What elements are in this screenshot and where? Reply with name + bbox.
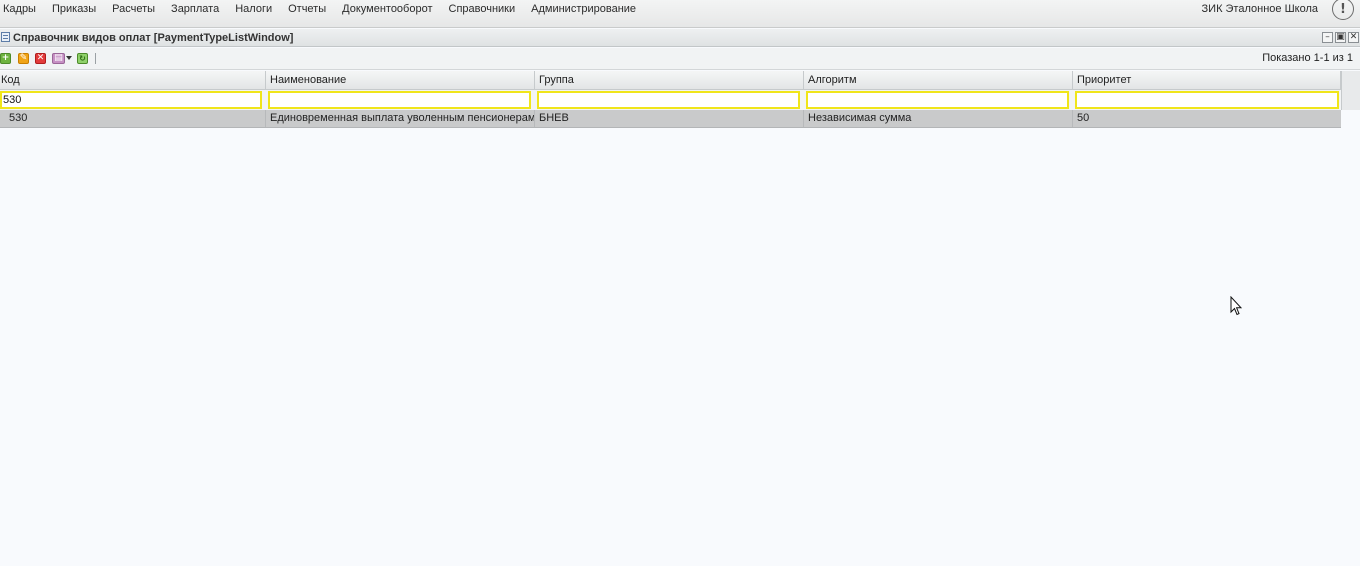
cell-algorithm: Независимая сумма — [804, 110, 1073, 127]
menu-item-raschety[interactable]: Расчеты — [104, 0, 163, 18]
menu-item-spravochniki[interactable]: Справочники — [441, 0, 524, 18]
menu-item-zarplata[interactable]: Зарплата — [163, 0, 227, 18]
column-header-algorithm[interactable]: Алгоритм — [804, 71, 1073, 90]
filter-group-input[interactable] — [537, 91, 800, 109]
window-title: Справочник видов оплат [PaymentTypeListW… — [13, 32, 294, 44]
close-button[interactable]: ✕ — [1348, 32, 1359, 43]
filter-name-input[interactable] — [268, 91, 531, 109]
toolbar: + ✎ ✕ ▤ ↻ Показано 1-1 из 1 — [0, 48, 1360, 70]
edit-icon[interactable]: ✎ — [18, 53, 29, 64]
grid-scrollbar-gutter — [1341, 71, 1360, 110]
window-controls: – ▣ ✕ — [1322, 32, 1359, 43]
print-icon[interactable]: ▤ — [52, 53, 65, 64]
column-header-priority[interactable]: Приоритет — [1073, 71, 1341, 90]
delete-icon[interactable]: ✕ — [35, 53, 46, 64]
add-icon[interactable]: + — [0, 53, 11, 64]
menu-item-otchety[interactable]: Отчеты — [280, 0, 334, 18]
cell-priority: 50 — [1077, 112, 1090, 124]
filter-priority-input[interactable] — [1075, 91, 1339, 109]
mouse-cursor-icon — [1230, 296, 1242, 316]
window-header: Справочник видов оплат [PaymentTypeListW… — [0, 29, 1360, 47]
column-header-name[interactable]: Наименование — [266, 71, 535, 90]
column-header-code[interactable]: Код — [0, 71, 266, 90]
minimize-button[interactable]: – — [1322, 32, 1333, 43]
table-row[interactable]: 530 Единовременная выплата уволенным пен… — [0, 110, 1341, 128]
menu-items: Кадры Приказы Расчеты Зарплата Налоги От… — [0, 0, 644, 18]
menu-item-prikazy[interactable]: Приказы — [44, 0, 104, 18]
menu-item-administrirovanie[interactable]: Администрирование — [523, 0, 644, 18]
list-window-icon — [1, 32, 10, 42]
cell-code: 530 — [0, 110, 266, 127]
menu-item-dokumentooborot[interactable]: Документооборот — [334, 0, 440, 18]
cell-group: БНЕВ — [535, 110, 804, 127]
cell-name: Единовременная выплата уволенным пенсион… — [266, 110, 535, 127]
menu-item-nalogi[interactable]: Налоги — [227, 0, 280, 18]
paging-info: Показано 1-1 из 1 — [1262, 52, 1353, 64]
filter-code-input[interactable] — [0, 91, 262, 109]
organization-name: ЗИК Эталонное Школа — [1201, 3, 1318, 15]
column-header-group[interactable]: Группа — [535, 71, 804, 90]
print-dropdown-arrow-icon[interactable] — [66, 56, 72, 60]
filter-row — [0, 90, 1341, 110]
info-icon[interactable]: ! — [1332, 0, 1354, 20]
refresh-icon[interactable]: ↻ — [77, 53, 88, 64]
toolbar-separator — [95, 53, 96, 64]
main-menubar: Кадры Приказы Расчеты Зарплата Налоги От… — [0, 0, 1360, 28]
filter-algorithm-input[interactable] — [806, 91, 1069, 109]
grid-header: Код Наименование Группа Алгоритм Приорит… — [0, 71, 1341, 90]
menu-item-kadry[interactable]: Кадры — [0, 0, 44, 18]
restore-button[interactable]: ▣ — [1335, 32, 1346, 43]
